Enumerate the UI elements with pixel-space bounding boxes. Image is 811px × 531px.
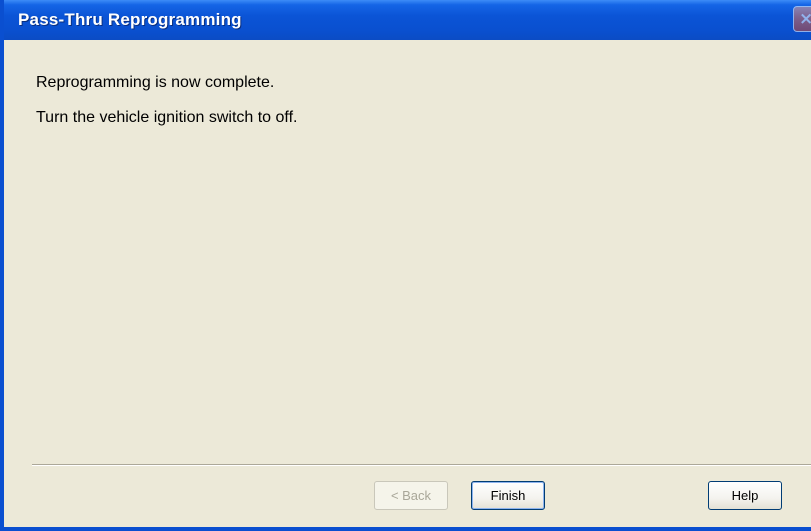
help-button[interactable]: Help <box>708 481 782 510</box>
window-title: Pass-Thru Reprogramming <box>18 10 242 29</box>
close-button[interactable]: × <box>793 6 811 32</box>
completion-message: Reprogramming is now complete. <box>36 74 275 91</box>
finish-button[interactable]: Finish <box>471 481 545 510</box>
ignition-instruction: Turn the vehicle ignition switch to off. <box>36 109 298 126</box>
dialog-window: Pass-Thru Reprogramming × Reprogramming … <box>0 0 811 531</box>
title-bar[interactable]: Pass-Thru Reprogramming × <box>4 0 811 40</box>
dialog-content: Reprogramming is now complete. Turn the … <box>4 40 811 527</box>
back-button[interactable]: < Back <box>374 481 448 510</box>
button-separator <box>32 464 811 466</box>
close-icon: × <box>799 8 811 30</box>
